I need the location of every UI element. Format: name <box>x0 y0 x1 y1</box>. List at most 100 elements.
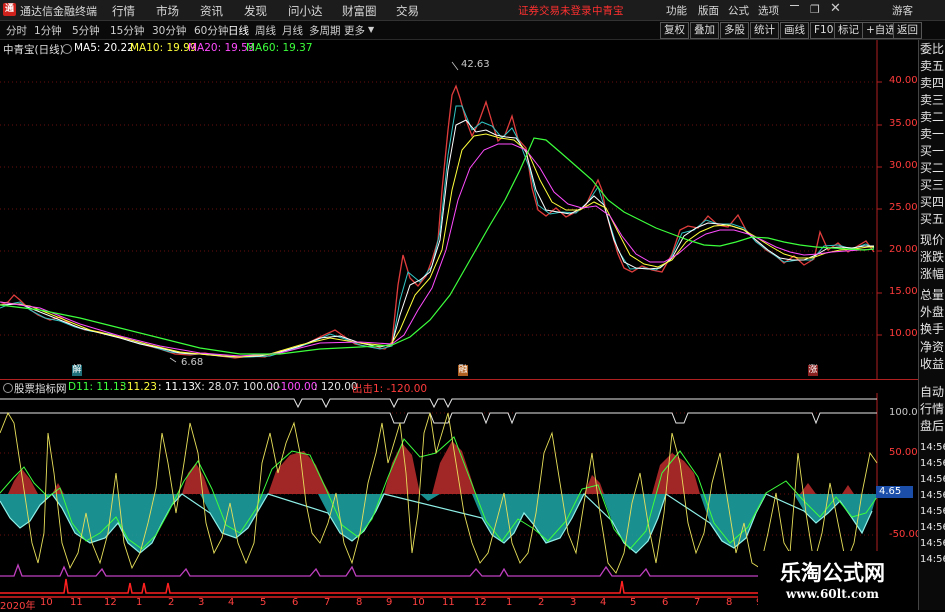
biaoji-button[interactable]: 标记 <box>834 22 863 39</box>
price-axis-label: 35.00 <box>889 118 918 129</box>
login-notice[interactable]: 证券交易未登录 <box>518 3 592 18</box>
date-label: 4 <box>600 597 607 608</box>
date-label: 12 <box>474 597 487 608</box>
app-logo-icon: 通 <box>3 3 16 16</box>
price-axis-label: 15.00 <box>889 286 918 297</box>
period-1min[interactable]: 1分钟 <box>34 23 62 38</box>
quote-tab[interactable]: 行情 <box>920 402 945 417</box>
menu-hangqing[interactable]: 行情 <box>112 3 135 19</box>
after-hours-tab[interactable]: 盘后 <box>920 419 945 434</box>
close-icon[interactable]: ✕ <box>830 1 841 16</box>
date-label: 6 <box>292 597 299 608</box>
menu-jiaoyi[interactable]: 交易 <box>396 3 419 19</box>
panel-item: 买一 <box>920 144 945 158</box>
period-monthly[interactable]: 月线 <box>282 23 303 38</box>
panel-item: 涨幅 <box>920 267 945 281</box>
menu-faxian[interactable]: 发现 <box>244 3 267 19</box>
marker-zhang[interactable]: 涨 <box>808 365 818 376</box>
indicator-settings-icon[interactable] <box>3 383 13 393</box>
duogu-button[interactable]: 多股 <box>720 22 749 39</box>
menu-gongshi[interactable]: 公式 <box>728 3 749 18</box>
diejia-button[interactable]: 叠加 <box>690 22 719 39</box>
panel-item: 换手 <box>920 322 945 336</box>
period-toolbar: 分时 1分钟 5分钟 15分钟 30分钟 60分钟 日线 周线 月线 多周期 更… <box>0 21 945 40</box>
date-label: 10 <box>40 597 53 608</box>
date-label: 2 <box>538 597 545 608</box>
date-label: 1 <box>136 597 143 608</box>
menu-caifuquan[interactable]: 财富圈 <box>342 3 377 19</box>
period-30min[interactable]: 30分钟 <box>152 23 186 38</box>
panel-item: 买三 <box>920 178 945 192</box>
period-5min[interactable]: 5分钟 <box>72 23 100 38</box>
marker-jie[interactable]: 解 <box>72 365 82 376</box>
price-axis-label: 25.00 <box>889 202 918 213</box>
date-label: 2020年 <box>0 601 36 612</box>
indicator-value: : 11.23 <box>120 381 157 393</box>
watermark-url: www.60lt.com <box>786 587 879 601</box>
date-label: 2 <box>168 597 175 608</box>
kline-chart[interactable] <box>0 40 918 380</box>
auto-tab[interactable]: 自动 <box>920 385 945 400</box>
pane-divider[interactable] <box>0 379 918 380</box>
panel-item: 外盘 <box>920 305 945 319</box>
panel-item: 收益 <box>920 357 945 371</box>
minimize-icon[interactable] <box>790 5 799 15</box>
tick-time: 14:56 <box>920 474 945 485</box>
date-label: 5 <box>260 597 267 608</box>
period-fenshi[interactable]: 分时 <box>6 23 27 38</box>
restore-icon[interactable]: ❐ <box>810 3 820 16</box>
panel-item: 买五 <box>920 212 945 226</box>
date-label: 8 <box>726 597 733 608</box>
quote-side-panel: 委比 卖五 卖四 卖三 卖二 卖一 买一 买二 买三 买四 买五 现价 涨跌 涨… <box>918 40 945 610</box>
panel-item: 委比 <box>920 42 945 56</box>
panel-item: 涨跌 <box>920 250 945 264</box>
date-label: 6 <box>662 597 669 608</box>
tick-time: 14:56 <box>920 490 945 501</box>
tick-time: 14:56 <box>920 522 945 533</box>
more-chevron-icon[interactable]: ▼ <box>368 25 374 34</box>
panel-item: 买二 <box>920 161 945 175</box>
panel-item: 净资 <box>920 340 945 354</box>
menu-gongneng[interactable]: 功能 <box>666 3 687 18</box>
indicator-x: X: 28.07 <box>194 381 239 393</box>
price-axis-label: 10.00 <box>889 328 918 339</box>
panel-item: 卖一 <box>920 127 945 141</box>
menu-shichang[interactable]: 市场 <box>156 3 179 19</box>
date-label: 7 <box>324 597 331 608</box>
period-daily[interactable]: 日线 <box>228 23 249 38</box>
title-bar: 通 通达信金融终端 行情 市场 资讯 发现 问小达 财富圈 交易 证券交易未登录… <box>0 0 945 21</box>
indicator-axis-label: 100.0 <box>889 407 918 418</box>
menu-xuanxiang[interactable]: 选项 <box>758 3 779 18</box>
indicator-axis-label: -50.00 <box>889 529 922 540</box>
tick-time: 14:56 <box>920 538 945 549</box>
tick-time: 14:56 <box>920 506 945 517</box>
user-label[interactable]: 游客 <box>892 3 913 18</box>
date-label: 10 <box>412 597 425 608</box>
menu-wenxiaoda[interactable]: 问小达 <box>288 3 323 19</box>
period-15min[interactable]: 15分钟 <box>110 23 144 38</box>
huaxian-button[interactable]: 画线 <box>780 22 809 39</box>
period-more[interactable]: 更多 <box>344 23 365 38</box>
period-multi[interactable]: 多周期 <box>309 23 341 38</box>
period-weekly[interactable]: 周线 <box>255 23 276 38</box>
period-60min[interactable]: 60分钟 <box>194 23 228 38</box>
indicator-value: : -100.00 <box>270 381 318 393</box>
indicator-axis-label: 50.00 <box>889 447 918 458</box>
menu-banmian[interactable]: 版面 <box>698 3 719 18</box>
date-label: 7 <box>694 597 701 608</box>
indicator-value: : 11.13 <box>158 381 195 393</box>
price-axis-label: 30.00 <box>889 160 918 171</box>
back-button[interactable]: 返回 <box>893 22 922 39</box>
menu-zixun[interactable]: 资讯 <box>200 3 223 19</box>
date-label: 1 <box>506 597 513 608</box>
low-price-label: 6.68 <box>181 357 204 368</box>
date-label: 11 <box>442 597 455 608</box>
high-price-label: 42.63 <box>461 59 490 70</box>
date-label: 4 <box>228 597 235 608</box>
app-title: 通达信金融终端 <box>20 5 97 18</box>
fuquan-button[interactable]: 复权 <box>660 22 689 39</box>
tongji-button[interactable]: 统计 <box>750 22 779 39</box>
date-label: 11 <box>70 597 83 608</box>
marker-rong[interactable]: 融 <box>458 365 468 376</box>
tick-time: 14:56 <box>920 458 945 469</box>
